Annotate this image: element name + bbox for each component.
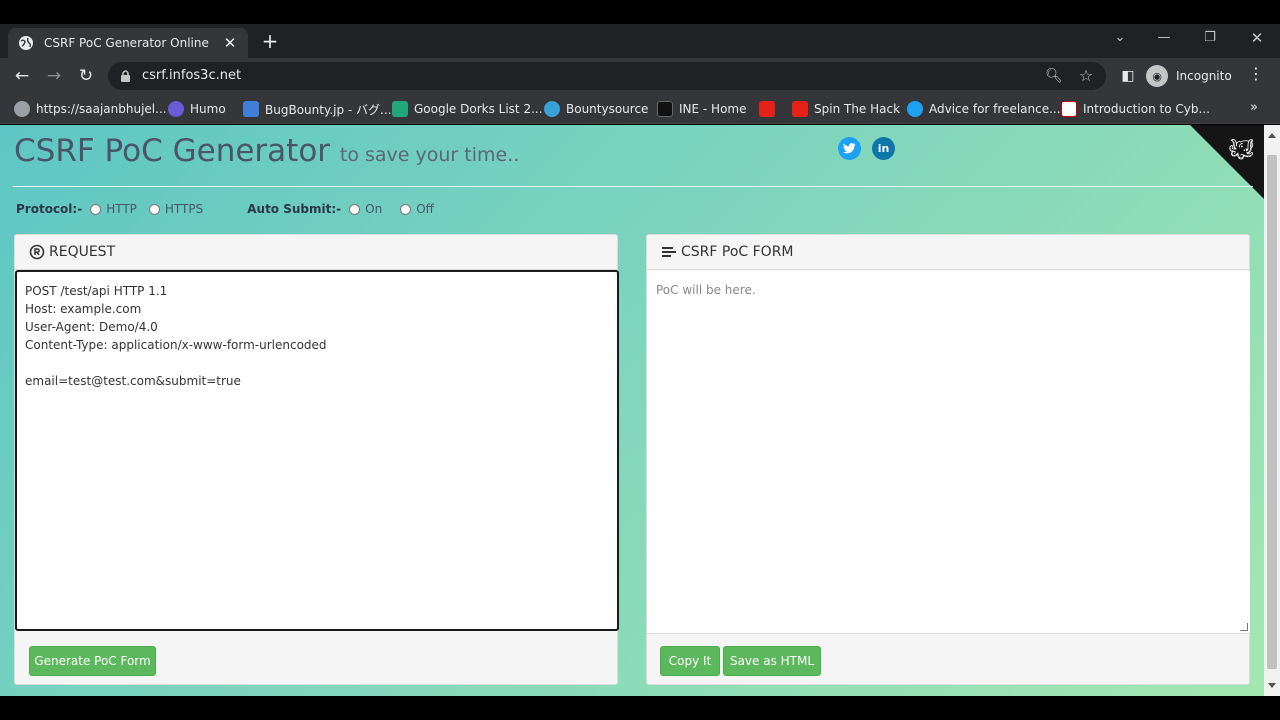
tab-title: CSRF PoC Generator Online <box>44 36 209 50</box>
linkedin-icon[interactable]: in <box>872 137 895 160</box>
twitter-icon <box>907 101 923 117</box>
github-octocat-icon[interactable]: 🐙︎ <box>1229 137 1254 161</box>
scroll-up-icon[interactable] <box>1268 133 1276 138</box>
request-panel-header: REQUEST <box>15 235 617 270</box>
save-html-button[interactable]: Save as HTML <box>723 646 821 676</box>
twitter-bird-icon <box>843 143 856 154</box>
bookmark-item[interactable]: Introduction to Cyb... <box>1061 100 1210 118</box>
zoom-icon[interactable]: 🔍︎ <box>1044 66 1064 86</box>
request-panel-title: REQUEST <box>49 244 116 260</box>
youtube-icon <box>792 101 808 117</box>
radio-https-label: HTTPS <box>164 202 204 216</box>
address-bar[interactable]: csrf.infos3c.net 🔍︎ ☆ <box>108 62 1106 90</box>
incognito-profile[interactable]: ◉ Incognito <box>1146 63 1232 89</box>
bottom-letterbox <box>0 696 1280 720</box>
url-text: csrf.infos3c.net <box>142 68 242 83</box>
scrollbar-thumb[interactable] <box>1267 155 1277 669</box>
lock-icon <box>121 70 130 82</box>
restore-icon[interactable]: ❐ <box>1198 30 1222 45</box>
header-divider <box>13 186 1253 187</box>
incognito-icon: ◉ <box>1146 65 1168 87</box>
reload-icon[interactable]: ↻ <box>74 65 98 87</box>
minimize-icon[interactable]: — <box>1152 30 1176 45</box>
new-tab-button[interactable]: + <box>258 28 282 54</box>
tab-csrf-generator[interactable]: CSRF PoC Generator Online ✕ <box>8 28 248 58</box>
youtube-icon <box>759 101 775 117</box>
forward-arrow-icon[interactable]: → <box>42 65 66 87</box>
cisco-icon <box>1061 101 1077 117</box>
poc-output[interactable]: PoC will be here. <box>647 271 1250 634</box>
humo-icon <box>168 101 184 117</box>
page-subtitle: to save your time.. <box>339 144 520 166</box>
page-viewport: CSRF PoC Generator to save your time.. i… <box>0 125 1264 696</box>
options-row: Protocol:- HTTP HTTPS Auto Submit:- On O… <box>16 202 442 216</box>
close-window-icon[interactable]: ✕ <box>1245 29 1269 47</box>
bountysource-icon <box>544 101 560 117</box>
registered-icon <box>29 244 45 260</box>
align-left-icon <box>662 247 676 257</box>
autosubmit-label: Auto Submit:- <box>247 202 342 216</box>
bookmark-item[interactable]: INE - Home <box>657 100 747 118</box>
browser-toolbar: ← → ↻ csrf.infos3c.net 🔍︎ ☆ ◧ ◉ Incognit… <box>0 58 1280 94</box>
menu-kebab-icon[interactable]: ⋮ <box>1246 64 1266 83</box>
globe-icon <box>14 101 30 117</box>
radio-on-label: On <box>365 202 383 216</box>
request-textarea[interactable]: POST /test/api HTTP 1.1 Host: example.co… <box>15 270 619 631</box>
back-arrow-icon[interactable]: ← <box>10 65 34 87</box>
page-scrollbar[interactable] <box>1264 125 1280 696</box>
incognito-label: Incognito <box>1176 69 1232 83</box>
poc-panel-header: CSRF PoC FORM <box>647 235 1249 270</box>
scroll-down-icon[interactable] <box>1268 683 1276 688</box>
bookmark-item[interactable]: Advice for freelance... <box>907 100 1061 118</box>
radio-autosubmit-off[interactable] <box>400 203 412 215</box>
bookmark-item[interactable]: Spin The Hack <box>792 100 900 118</box>
radio-https[interactable] <box>148 203 160 215</box>
tab-search-icon[interactable]: ⌄ <box>1108 30 1132 45</box>
poc-placeholder: PoC will be here. <box>656 283 756 297</box>
poc-panel: CSRF PoC FORM PoC will be here. Copy It … <box>646 234 1250 685</box>
radio-http-label: HTTP <box>106 202 137 216</box>
poc-panel-title: CSRF PoC FORM <box>681 244 794 260</box>
bookmarks-bar: https://saajanbhujel... Humo BugBounty.j… <box>0 94 1280 124</box>
generate-poc-button[interactable]: Generate PoC Form <box>29 646 156 676</box>
ine-icon <box>657 101 673 117</box>
twitter-icon[interactable] <box>838 137 861 160</box>
side-panel-icon[interactable]: ◧ <box>1116 65 1140 87</box>
radio-off-label: Off <box>416 202 434 216</box>
radio-autosubmit-on[interactable] <box>349 203 361 215</box>
copy-button[interactable]: Copy It <box>660 646 720 676</box>
bookmark-item[interactable] <box>759 100 781 118</box>
resize-handle-icon[interactable] <box>1240 623 1248 631</box>
top-letterbox <box>0 0 1280 24</box>
bookmark-item[interactable]: Bountysource <box>544 100 648 118</box>
bookmark-item[interactable]: Google Dorks List 2... <box>392 100 543 118</box>
bookmark-item[interactable]: BugBounty.jp - バグ... <box>243 100 392 118</box>
dorks-icon <box>392 101 408 117</box>
request-panel: REQUEST POST /test/api HTTP 1.1 Host: ex… <box>14 234 619 685</box>
radio-http[interactable] <box>90 203 102 215</box>
more-bookmarks-icon[interactable]: » <box>1250 100 1258 115</box>
page-title: CSRF PoC Generator to save your time.. <box>14 133 520 169</box>
protocol-label: Protocol:- <box>16 202 83 216</box>
bookmark-star-icon[interactable]: ☆ <box>1076 66 1096 86</box>
bookmark-item[interactable]: Humo <box>168 100 226 118</box>
bookmark-item[interactable]: https://saajanbhujel... <box>14 100 167 118</box>
tab-strip: CSRF PoC Generator Online ✕ + ⌄ — ❐ ✕ <box>0 24 1280 58</box>
bugbounty-icon <box>243 101 259 117</box>
close-tab-icon[interactable]: ✕ <box>222 34 238 52</box>
globe-icon <box>19 36 33 50</box>
